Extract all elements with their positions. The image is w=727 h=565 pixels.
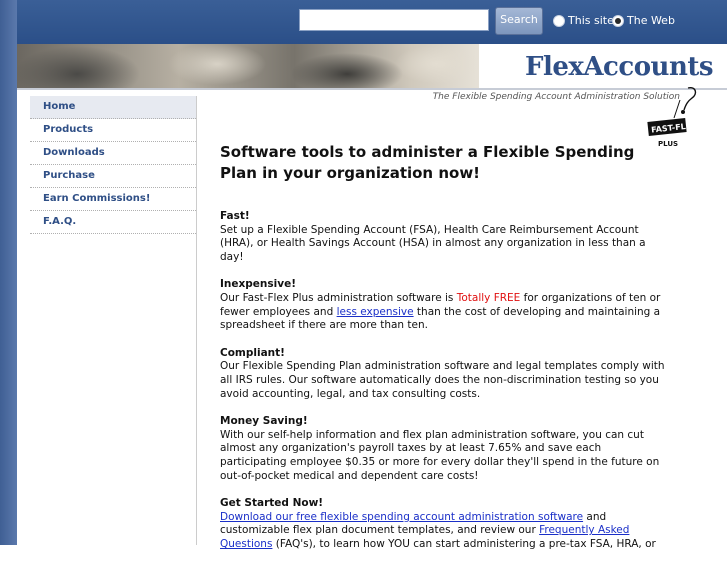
radio-this-site[interactable] bbox=[553, 15, 565, 27]
sidebar-item-faq[interactable]: F.A.Q. bbox=[30, 211, 196, 234]
left-gutter bbox=[0, 0, 17, 545]
search-button[interactable]: Search bbox=[495, 7, 543, 35]
radio-label-this-site: This site bbox=[568, 14, 614, 27]
section-title: Money Saving! bbox=[220, 415, 308, 428]
main-content: Software tools to administer a Flexible … bbox=[220, 142, 670, 565]
section-get-started: Get Started Now! Download our free flexi… bbox=[220, 497, 670, 551]
body-text: Our Fast-Flex Plus administration softwa… bbox=[220, 291, 457, 304]
sidebar-item-purchase[interactable]: Purchase bbox=[30, 165, 196, 188]
sidebar-item-home[interactable]: Home bbox=[30, 96, 196, 119]
download-software-link[interactable]: Download our free flexible spending acco… bbox=[220, 511, 583, 523]
section-fast: Fast! Set up a Flexible Spending Account… bbox=[220, 210, 670, 264]
sidebar-item-earn-commissions[interactable]: Earn Commissions! bbox=[30, 188, 196, 211]
section-body: Our Flexible Spending Plan administratio… bbox=[220, 360, 665, 400]
section-title: Inexpensive! bbox=[220, 278, 296, 291]
page-headline: Software tools to administer a Flexible … bbox=[220, 143, 635, 182]
top-bar: Search This site The Web bbox=[17, 0, 727, 44]
radio-label-the-web: The Web bbox=[627, 14, 675, 27]
banner-photo bbox=[17, 44, 479, 88]
section-title: Compliant! bbox=[220, 346, 285, 359]
section-body: Download our free flexible spending acco… bbox=[220, 511, 670, 552]
section-title: Get Started Now! bbox=[220, 497, 324, 510]
section-money-saving: Money Saving! With our self-help informa… bbox=[220, 415, 670, 483]
section-body: Set up a Flexible Spending Account (FSA)… bbox=[220, 223, 646, 263]
body-text: (FAQ's), to learn how YOU can start admi… bbox=[272, 537, 656, 550]
search-input[interactable] bbox=[299, 9, 489, 31]
section-inexpensive: Inexpensive! Our Fast-Flex Plus administ… bbox=[220, 278, 670, 332]
section-body: With our self-help information and flex … bbox=[220, 428, 660, 482]
sidebar-item-downloads[interactable]: Downloads bbox=[30, 142, 196, 165]
less-expensive-link[interactable]: less expensive bbox=[337, 306, 414, 318]
sidebar-nav: Home Products Downloads Purchase Earn Co… bbox=[30, 96, 197, 545]
section-compliant: Compliant! Our Flexible Spending Plan ad… bbox=[220, 347, 670, 401]
sidebar-item-products[interactable]: Products bbox=[30, 119, 196, 142]
tagline: The Flexible Spending Account Administra… bbox=[432, 92, 680, 102]
highlight-text: Totally FREE bbox=[456, 291, 521, 304]
section-title: Fast! bbox=[220, 210, 250, 222]
site-logo-text[interactable]: FlexAccounts bbox=[525, 52, 714, 82]
section-body: Our Fast-Flex Plus administration softwa… bbox=[220, 292, 670, 333]
header-banner: FlexAccounts bbox=[17, 44, 727, 90]
radio-the-web[interactable] bbox=[612, 15, 624, 27]
